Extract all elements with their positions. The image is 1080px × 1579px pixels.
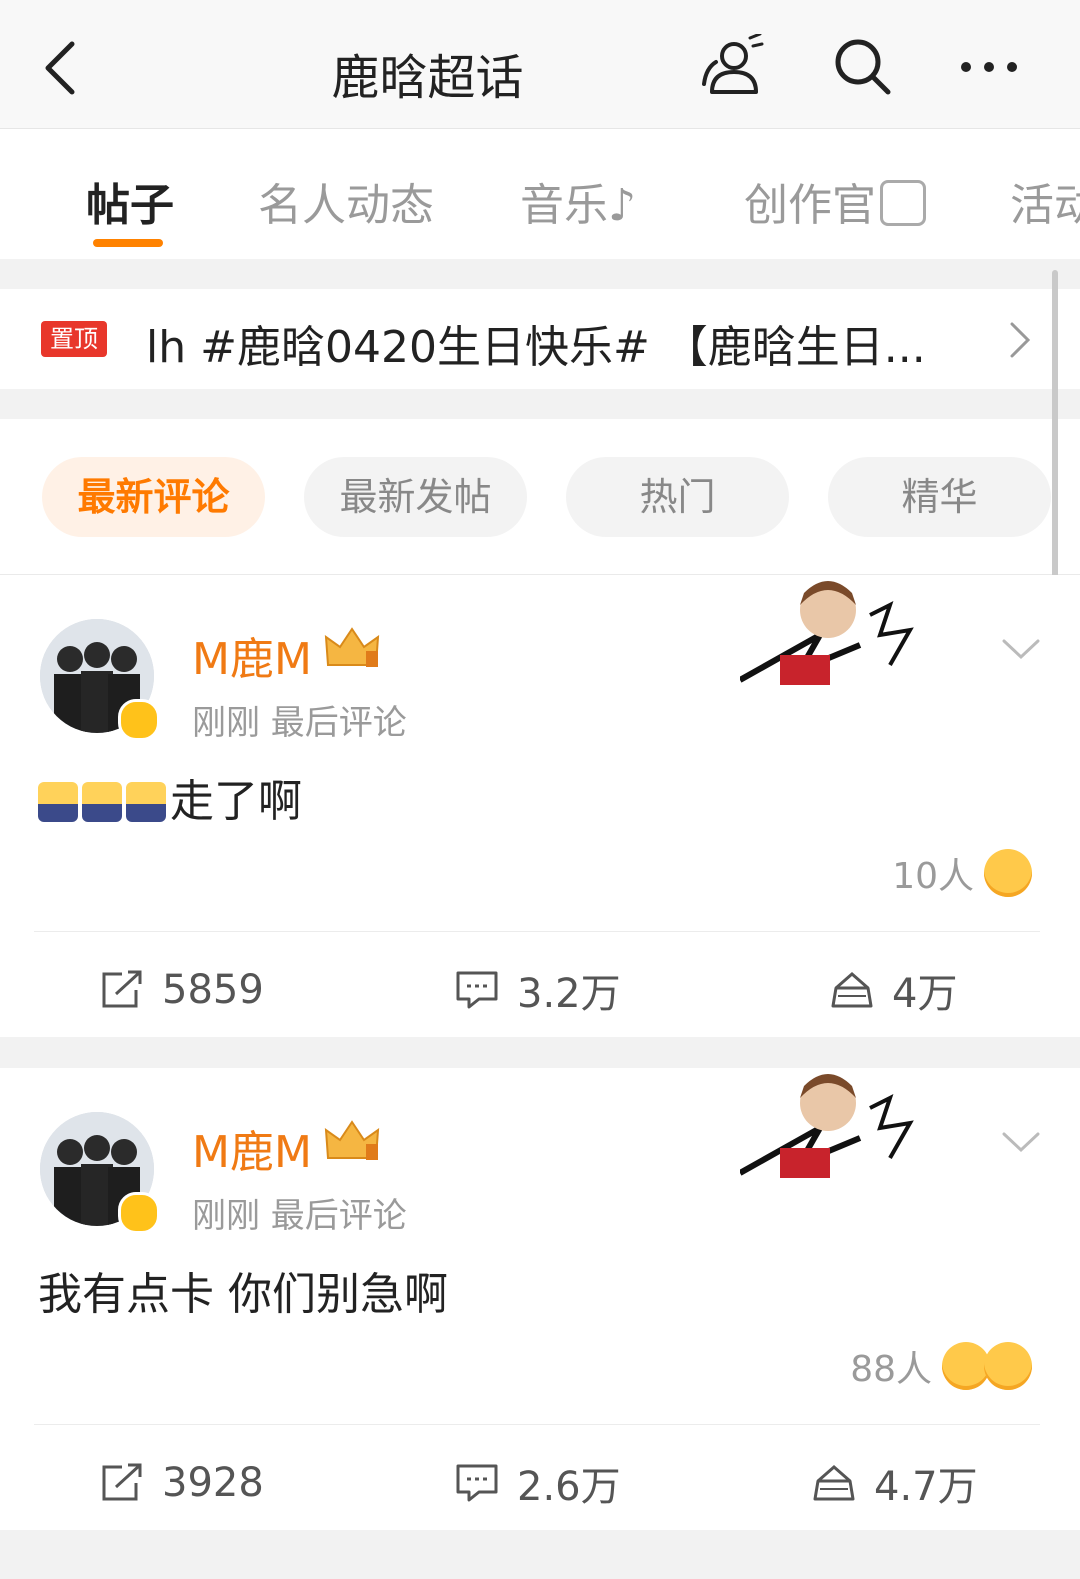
crown-badge-icon (324, 1120, 380, 1160)
post-content: 我有点卡 你们别急啊 (38, 1258, 448, 1322)
tab-creator-label: 创作官 (744, 180, 876, 231)
repost-icon (102, 1463, 142, 1501)
pinned-badge: 置顶 (41, 321, 107, 357)
search-icon[interactable] (830, 34, 896, 100)
tab-music[interactable]: 音乐♪ (520, 169, 636, 233)
reaction-count: 10人 (892, 856, 974, 897)
divider (34, 931, 1040, 932)
comment-count: 2.6万 (517, 1464, 621, 1510)
tab-bar: 帖子 名人动态 音乐♪ 创作官 活动 (0, 129, 1080, 259)
post-card[interactable]: M鹿M 刚刚 最后评论 走了啊 10人 5859 3.2万 4万 (0, 575, 1080, 1037)
tab-activities[interactable]: 活动 (1010, 169, 1080, 233)
tab-posts[interactable]: 帖子 (86, 169, 174, 233)
username[interactable]: M鹿M (192, 623, 312, 687)
reaction-count: 88人 (850, 1349, 932, 1390)
sort-filters: 最新评论 最新发帖 热门 精华 (0, 419, 1080, 575)
comment-icon (456, 971, 498, 1009)
emoji-icon (126, 782, 166, 822)
like-count: 4万 (892, 971, 958, 1017)
verified-badge (118, 699, 160, 741)
username[interactable]: M鹿M (192, 1116, 312, 1180)
emoji-icon (38, 782, 78, 822)
chevron-down-icon[interactable] (1000, 1128, 1042, 1156)
pinned-text: lh #鹿晗0420生日快乐# 【鹿晗生日... (146, 322, 926, 373)
top-bar: 鹿晗超话 (0, 0, 1080, 129)
post-text: 走了啊 (170, 776, 302, 827)
tab-celebrity-news[interactable]: 名人动态 (258, 169, 434, 233)
more-icon[interactable] (956, 34, 1022, 100)
decoration-sticker-icon (740, 581, 914, 685)
repost-button[interactable]: 5859 (100, 960, 264, 1020)
like-icon (813, 1465, 855, 1501)
pinned-post[interactable]: 置顶 lh #鹿晗0420生日快乐# 【鹿晗生日... (0, 289, 1080, 389)
comment-icon (456, 1464, 498, 1502)
comment-button[interactable]: 3.2万 (455, 960, 621, 1020)
reaction-summary[interactable]: 10人 (892, 843, 1032, 903)
chevron-down-icon[interactable] (1000, 635, 1042, 663)
decoration-sticker-icon (740, 1074, 914, 1178)
comment-button[interactable]: 2.6万 (455, 1453, 621, 1513)
scrollbar[interactable] (1052, 270, 1058, 605)
post-content: 走了啊 (38, 765, 302, 829)
crown-badge-icon (324, 627, 380, 667)
post-meta: 刚刚 最后评论 (192, 703, 407, 743)
repost-icon (102, 970, 142, 1008)
filter-featured[interactable]: 精华 (828, 457, 1051, 537)
emoji-icon (82, 782, 122, 822)
chevron-right-icon[interactable] (1008, 320, 1032, 360)
filter-hot[interactable]: 热门 (566, 457, 789, 537)
love-face-icon (984, 849, 1032, 897)
post-meta: 刚刚 最后评论 (192, 1196, 407, 1236)
repost-count: 5859 (162, 967, 264, 1013)
like-icon (831, 972, 873, 1008)
like-button[interactable]: 4.7万 (812, 1453, 978, 1513)
repost-count: 3928 (162, 1460, 264, 1506)
filter-latest-posts[interactable]: 最新发帖 (304, 457, 527, 537)
love-face-icon (984, 1342, 1032, 1390)
laugh-face-icon (942, 1342, 990, 1390)
verified-badge (118, 1192, 160, 1234)
post-card[interactable]: M鹿M 刚刚 最后评论 我有点卡 你们别急啊 88人 3928 2.6万 4.7… (0, 1068, 1080, 1530)
like-button[interactable]: 4万 (830, 960, 957, 1020)
post-text: 我有点卡 你们别急啊 (38, 1269, 448, 1320)
people-icon[interactable] (698, 34, 764, 100)
like-count: 4.7万 (874, 1464, 978, 1510)
active-tab-indicator (93, 239, 163, 247)
repost-button[interactable]: 3928 (100, 1453, 264, 1513)
filter-latest-comments[interactable]: 最新评论 (42, 457, 265, 537)
award-icon (880, 180, 926, 226)
divider (34, 1424, 1040, 1425)
reaction-summary[interactable]: 88人 (850, 1336, 1032, 1396)
tab-creator[interactable]: 创作官 (744, 169, 926, 233)
comment-count: 3.2万 (517, 971, 621, 1017)
